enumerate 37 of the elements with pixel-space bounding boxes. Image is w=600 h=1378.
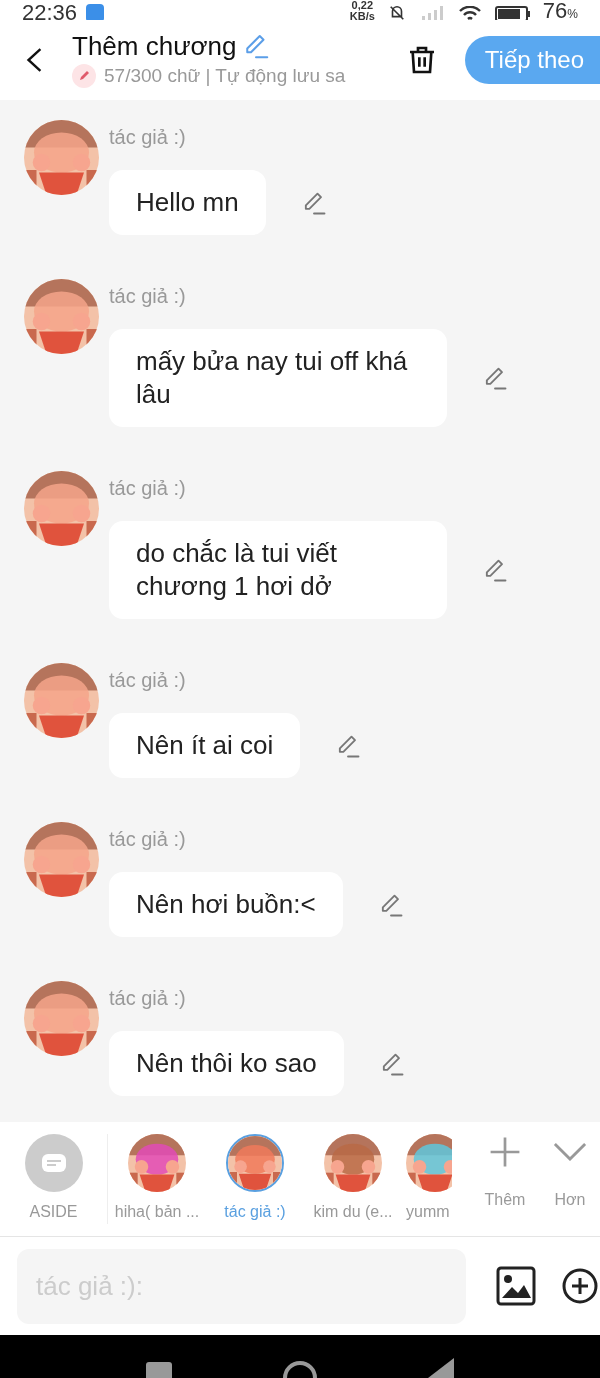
message-bubble[interactable]: do chắc là tui viết chương 1 hơi dở [109,521,447,619]
app-icon [85,3,106,20]
battery-icon [494,6,531,20]
network-speed: 0,22 [351,0,373,11]
aside-icon [24,1134,83,1192]
author-name: tác giả :) [109,827,187,852]
character-name[interactable]: Thêm [484,1188,526,1212]
battery-level: 76 [542,0,568,20]
author-name: tác giả :) [109,125,187,150]
percent-sign: % [567,8,578,20]
add-circle-icon[interactable] [562,1268,598,1304]
page-title: Thêm chương [72,29,237,62]
message-bubble[interactable]: Nên thôi ko sao [109,1031,344,1096]
character-name[interactable]: Hơn [554,1188,586,1212]
word-count-status: 57/300 chữ | Tự động lưu sa [104,64,346,88]
character-name[interactable]: kim du (e... [313,1200,393,1224]
status-time: 22:36 [22,2,78,20]
image-icon[interactable] [496,1266,536,1306]
character-name[interactable]: hiha( bản ... [114,1200,200,1224]
wifi-icon [456,6,483,20]
message-bubble[interactable]: mấy bửa nay tui off khá lâu [109,329,447,427]
author-name: tác giả :) [109,476,187,501]
author-name: tác giả :) [109,986,187,1011]
message-bubble[interactable]: Nên hơi buồn:< [109,872,343,937]
author-name: tác giả :) [109,284,187,309]
character-name[interactable]: tác giả :) [224,1200,286,1224]
speed-unit: KB/s [349,11,375,20]
home-icon[interactable] [282,1358,318,1378]
character-name[interactable]: ASIDE [29,1200,78,1224]
edit-badge-icon [72,64,96,89]
message-bubble[interactable]: Nên ít ai coi [109,713,301,778]
author-name: tác giả :) [109,668,187,693]
message-bubble[interactable]: Hello mn [109,170,266,235]
back-nav-icon[interactable] [428,1358,454,1378]
next-button[interactable]: Tiếp theo [464,36,600,84]
character-name[interactable]: yumm [406,1200,450,1224]
chevron-down-icon [553,1142,587,1161]
